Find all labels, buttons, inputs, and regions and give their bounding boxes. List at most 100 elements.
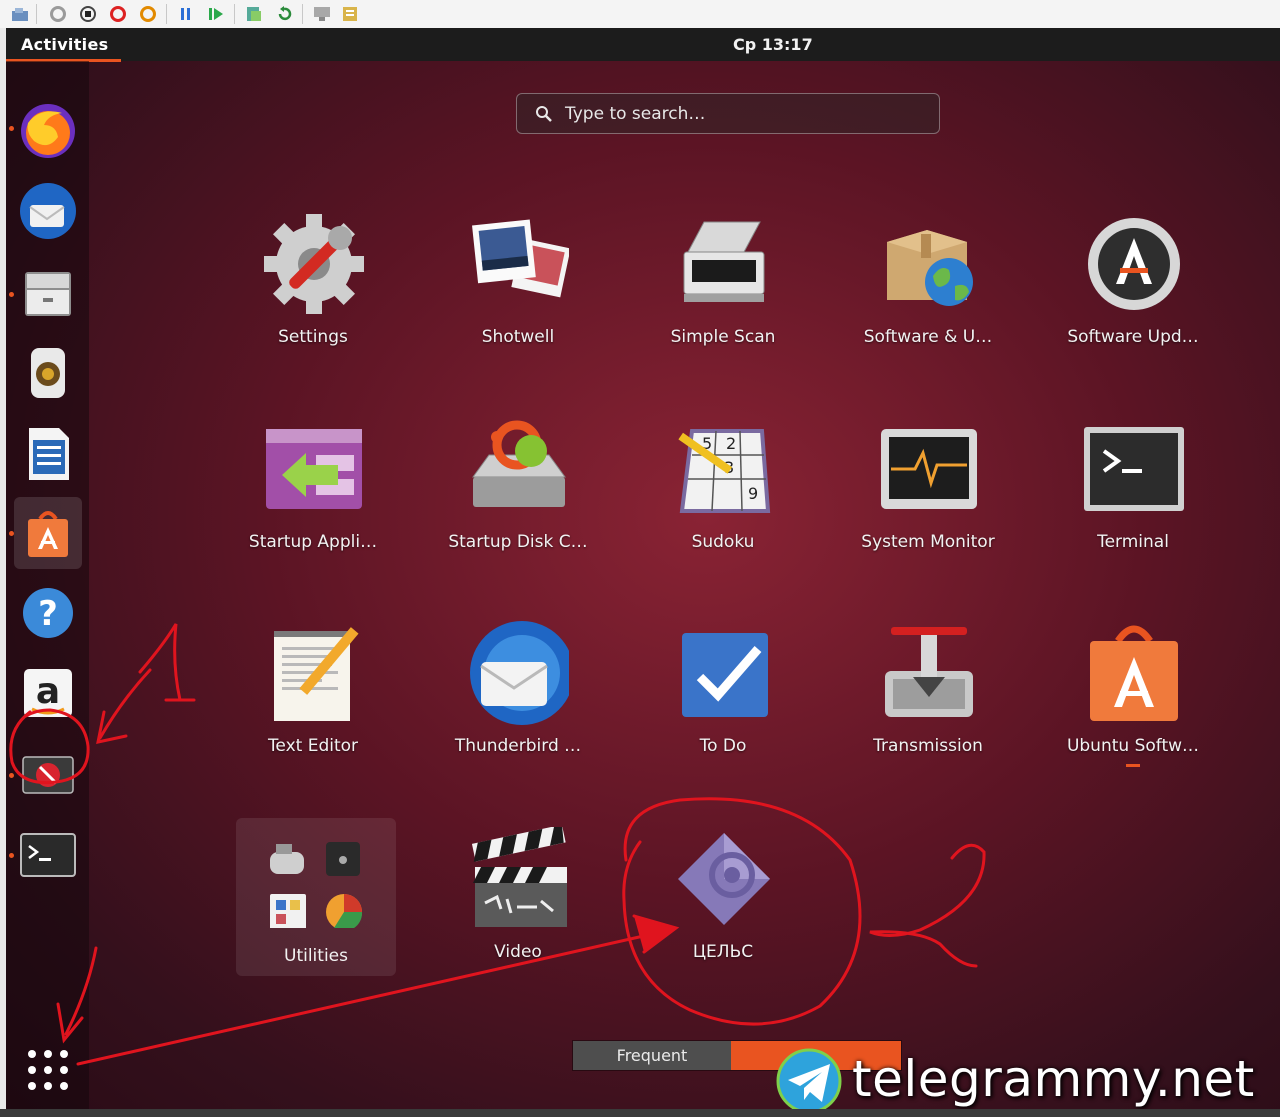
clock[interactable]: Ср 13:17 <box>733 35 813 54</box>
software-updates-box-icon <box>877 213 979 315</box>
app-settings[interactable]: Settings <box>218 213 408 393</box>
show-applications-button[interactable] <box>24 1046 72 1094</box>
video-clapper-icon <box>467 827 569 930</box>
activities-button[interactable]: Activities <box>21 35 108 54</box>
app-label: ЦЕЛЬС <box>692 942 754 962</box>
text-editor-icon <box>262 622 364 724</box>
dock-item-firefox[interactable] <box>14 95 82 167</box>
tsels-diamond-icon <box>672 828 774 930</box>
blocked-app-icon <box>22 756 74 794</box>
todo-icon <box>672 622 774 724</box>
vm-play-icon[interactable] <box>206 4 226 24</box>
app-label: Startup Disk C… <box>448 532 588 552</box>
app-startup-applications[interactable]: Startup Appli… <box>218 418 408 598</box>
dock-item-thunderbird[interactable] <box>14 175 82 247</box>
rhythmbox-icon <box>31 348 65 398</box>
app-shotwell[interactable]: Shotwell <box>423 213 613 393</box>
help-icon: ? <box>23 588 73 638</box>
app-sudoku[interactable]: 5 2 3 9 Sudoku <box>628 418 818 598</box>
svg-text:a: a <box>36 671 60 712</box>
app-label: Software & U… <box>863 327 993 347</box>
vm-revert-icon[interactable] <box>274 4 294 24</box>
telegram-logo-icon <box>776 1048 842 1109</box>
thunderbird-icon <box>20 183 76 239</box>
app-label: Simple Scan <box>670 327 776 347</box>
app-label: System Monitor <box>861 532 995 552</box>
ubuntu-software-icon <box>1082 622 1184 724</box>
dock-item-help[interactable]: ? <box>14 577 82 649</box>
app-label: Terminal <box>1097 532 1169 552</box>
app-software-updates-settings[interactable]: Software & U… <box>833 213 1023 393</box>
app-ubuntu-software[interactable]: Ubuntu Softw… <box>1038 622 1228 802</box>
app-label: Transmission <box>873 736 983 756</box>
running-indicator <box>1126 764 1140 767</box>
shotwell-icon <box>467 213 569 315</box>
app-label: To Do <box>699 736 747 756</box>
vm-poweroff-icon[interactable] <box>108 4 128 24</box>
vm-statusbar <box>0 1109 1280 1117</box>
dock-item-amazon[interactable]: a <box>14 657 82 729</box>
dock-item-terminal[interactable] <box>14 819 82 891</box>
app-text-editor[interactable]: Text Editor <box>218 622 408 802</box>
app-todo[interactable]: To Do <box>628 622 818 802</box>
dock-item-rhythmbox[interactable] <box>14 337 82 409</box>
vm-toolbar <box>0 0 1280 29</box>
startup-disk-creator-icon <box>467 418 569 520</box>
app-label: Shotwell <box>481 327 555 347</box>
settings-icon <box>262 213 364 315</box>
search-field[interactable]: Type to search… <box>516 93 940 134</box>
watermark: telegrammy.net <box>776 1048 1276 1109</box>
ubuntu-activities-overview: Activities Ср 13:17 ? a Type to search… … <box>6 28 1280 1109</box>
app-label: Text Editor <box>267 736 359 756</box>
search-placeholder: Type to search… <box>565 104 706 124</box>
vm-snapshot-icon[interactable] <box>244 4 264 24</box>
app-system-monitor[interactable]: System Monitor <box>833 418 1023 598</box>
vm-power-icon[interactable] <box>138 4 158 24</box>
app-tsels[interactable]: ЦЕЛЬС <box>628 828 818 1008</box>
app-label: Startup Appli… <box>248 532 378 552</box>
utilities-folder-icon <box>270 842 363 932</box>
app-grid-icon <box>28 1050 68 1090</box>
dock-item-ubuntu-software[interactable] <box>14 497 82 569</box>
vm-reset-icon[interactable] <box>48 4 68 24</box>
app-label: Utilities <box>284 946 348 966</box>
app-startup-disk-creator[interactable]: Startup Disk C… <box>423 418 613 598</box>
frequent-tab[interactable]: Frequent <box>573 1041 731 1070</box>
app-terminal[interactable]: Terminal <box>1038 418 1228 598</box>
svg-text:2: 2 <box>726 434 736 453</box>
vm-monitor-icon[interactable] <box>312 4 332 24</box>
app-software-updater[interactable]: Software Upd… <box>1038 213 1228 393</box>
watermark-text: telegrammy.net <box>852 1050 1255 1108</box>
top-bar: Activities Ср 13:17 <box>6 28 1280 62</box>
dock: ? a <box>6 61 89 1109</box>
app-video[interactable]: Video <box>423 827 613 1008</box>
app-label: Settings <box>278 327 348 347</box>
dock-item-blocked-app[interactable] <box>14 739 82 811</box>
app-transmission[interactable]: Transmission <box>833 622 1023 802</box>
dock-item-writer[interactable] <box>14 417 82 489</box>
app-label: Ubuntu Softw… <box>1066 736 1200 756</box>
startup-applications-icon <box>262 418 364 520</box>
vm-pause-icon[interactable] <box>176 4 196 24</box>
app-label: Video <box>494 942 542 962</box>
app-simple-scan[interactable]: Simple Scan <box>628 213 818 393</box>
firefox-icon <box>21 104 75 158</box>
software-updater-icon <box>1082 213 1184 315</box>
utilities-folder[interactable]: Utilities <box>236 818 396 976</box>
system-monitor-icon <box>877 418 979 520</box>
amazon-icon: a <box>24 669 72 717</box>
terminal-icon <box>20 833 76 877</box>
files-icon <box>25 272 71 316</box>
dock-item-files[interactable] <box>14 257 82 329</box>
app-thunderbird[interactable]: Thunderbird … <box>423 621 613 802</box>
app-label: Thunderbird … <box>454 736 582 756</box>
vm-stop-icon[interactable] <box>78 4 98 24</box>
vm-settings-icon[interactable] <box>10 4 30 24</box>
svg-text:9: 9 <box>748 484 758 503</box>
ubuntu-software-icon <box>28 511 68 557</box>
vm-details-icon[interactable] <box>340 4 360 24</box>
search-icon <box>536 106 552 122</box>
sudoku-icon: 5 2 3 9 <box>672 418 774 520</box>
libreoffice-writer-icon <box>29 428 69 480</box>
scanner-icon <box>672 213 774 315</box>
